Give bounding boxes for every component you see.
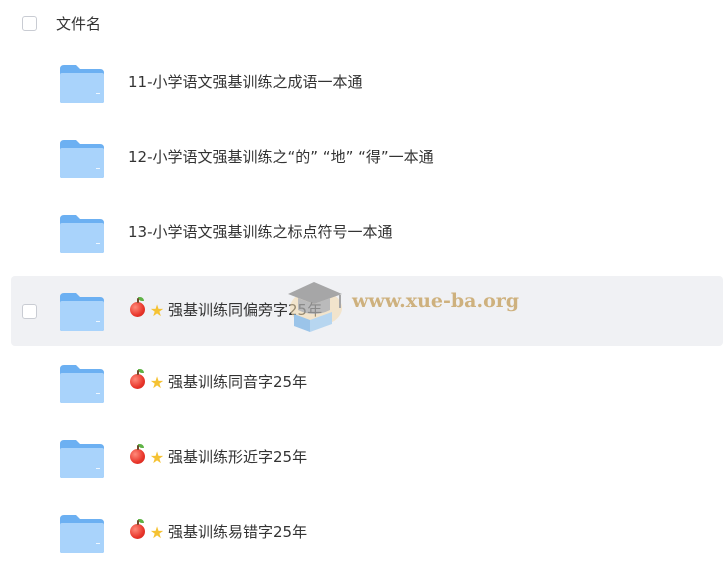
- file-row[interactable]: ★ 强基训练形近字25年: [11, 423, 723, 493]
- file-row[interactable]: 12-小学语文强基训练之“的” “地” “得”一本通: [11, 123, 723, 193]
- file-name-row[interactable]: ★ 强基训练形近字25年: [128, 444, 307, 469]
- folder-icon: [60, 440, 104, 478]
- file-row[interactable]: 13-小学语文强基训练之标点符号一本通: [11, 198, 723, 268]
- folder-icon: [60, 65, 104, 103]
- column-header-filename[interactable]: 文件名: [56, 13, 101, 35]
- file-name[interactable]: 强基训练易错字25年: [168, 523, 307, 541]
- apple-icon: [128, 369, 146, 393]
- select-all-checkbox[interactable]: [22, 16, 37, 31]
- file-name[interactable]: 强基训练同偏旁字25年: [168, 301, 322, 319]
- file-name-row[interactable]: ★ 强基训练同音字25年: [128, 369, 307, 394]
- file-name-row[interactable]: ★ 强基训练易错字25年: [128, 519, 307, 544]
- file-name[interactable]: 12-小学语文强基训练之“的” “地” “得”一本通: [128, 146, 434, 168]
- file-name[interactable]: 13-小学语文强基训练之标点符号一本通: [128, 221, 393, 243]
- star-icon: ★: [149, 373, 165, 392]
- file-row[interactable]: ★ 强基训练同音字25年: [11, 348, 723, 418]
- star-icon: ★: [149, 448, 165, 467]
- folder-icon: [60, 515, 104, 553]
- folder-icon: [60, 215, 104, 253]
- apple-icon: [128, 297, 146, 321]
- apple-icon: [128, 519, 146, 543]
- apple-icon: [128, 444, 146, 468]
- star-icon: ★: [149, 301, 165, 320]
- file-row-hovered[interactable]: ★ 强基训练同偏旁字25年: [11, 276, 723, 346]
- folder-icon: [60, 140, 104, 178]
- list-header: 文件名: [0, 0, 723, 48]
- star-icon: ★: [149, 523, 165, 542]
- file-name[interactable]: 11-小学语文强基训练之成语一本通: [128, 71, 363, 93]
- file-row[interactable]: 11-小学语文强基训练之成语一本通: [11, 48, 723, 118]
- folder-icon: [60, 293, 104, 331]
- row-checkbox[interactable]: [22, 304, 37, 319]
- file-name-row[interactable]: ★ 强基训练同偏旁字25年: [128, 297, 322, 322]
- file-name[interactable]: 强基训练形近字25年: [168, 448, 307, 466]
- file-row[interactable]: ★ 强基训练易错字25年: [11, 498, 723, 568]
- file-name[interactable]: 强基训练同音字25年: [168, 373, 307, 391]
- folder-icon: [60, 365, 104, 403]
